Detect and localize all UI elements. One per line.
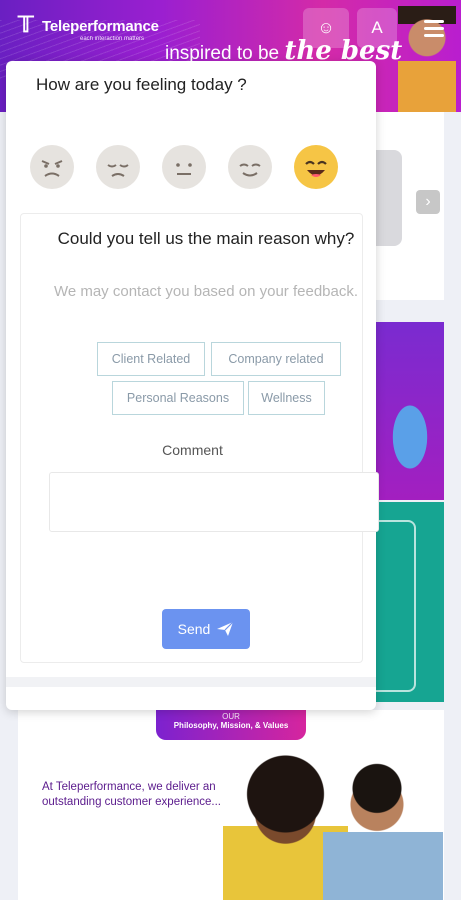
values-pill[interactable]: OUR Philosophy, Mission, & Values (156, 710, 306, 740)
values-pill-label: Philosophy, Mission, & Values (173, 721, 289, 730)
mood-selector (30, 145, 338, 189)
avatar-button[interactable]: A (357, 8, 397, 48)
brand-mark-icon: 𝕋 (18, 12, 34, 37)
mood-neutral-icon[interactable] (162, 145, 206, 189)
mood-happy-icon[interactable] (294, 145, 338, 189)
reason-card: Could you tell us the main reason why? W… (20, 213, 379, 663)
tag-client-related[interactable]: Client Related (97, 342, 205, 376)
reason-subtitle: We may contact you based on your feedbac… (53, 283, 359, 300)
comment-field[interactable] (49, 472, 379, 532)
brand-logo[interactable]: 𝕋 Teleperformance (18, 14, 159, 38)
promo-text: At Teleperformance, we deliver an outsta… (42, 781, 221, 808)
mood-sad-icon[interactable] (96, 145, 140, 189)
values-card: OUR Philosophy, Mission, & Values At Tel… (18, 710, 444, 900)
mood-button[interactable]: ☺ (303, 8, 349, 48)
carousel-next-icon[interactable]: › (416, 190, 440, 214)
promo-tile-teal (374, 502, 444, 702)
mood-content-icon[interactable] (228, 145, 272, 189)
tag-personal-reasons[interactable]: Personal Reasons (112, 381, 244, 415)
modal-title: How are you feeling today ? (36, 75, 247, 94)
feedback-modal: How are you feeling today ? Could you te… (6, 61, 379, 710)
tag-company-related[interactable]: Company related (211, 342, 341, 376)
mood-angry-icon[interactable] (30, 145, 74, 189)
tag-wellness[interactable]: Wellness (248, 381, 325, 415)
send-plane-icon (217, 621, 234, 636)
values-pill-top: OUR (222, 712, 240, 721)
brand-subtitle: each interaction matters (80, 36, 145, 42)
send-label: Send (177, 621, 211, 637)
promo-tile-purple (374, 322, 444, 500)
photo-man (323, 750, 443, 900)
modal-footer (6, 677, 376, 687)
menu-icon[interactable] (424, 20, 444, 41)
smiley-icon: ☺ (317, 18, 335, 37)
brand-name: Teleperformance (42, 17, 159, 35)
comment-label: Comment (162, 442, 223, 458)
avatar-letter: A (371, 18, 383, 37)
reason-title: Could you tell us the main reason why? (57, 229, 355, 248)
send-button[interactable]: Send (162, 609, 250, 649)
